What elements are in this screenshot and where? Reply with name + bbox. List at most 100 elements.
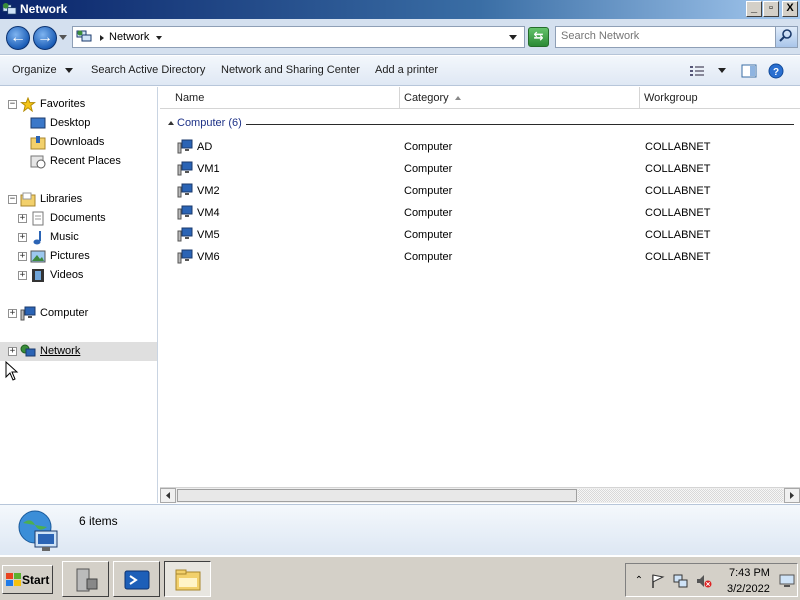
close-button[interactable]: X bbox=[782, 1, 798, 17]
recent-places-icon bbox=[30, 155, 46, 169]
start-label: Start bbox=[22, 573, 50, 587]
table-row[interactable]: VM5 Computer COLLABNET bbox=[160, 224, 800, 246]
row-category: Computer bbox=[404, 185, 453, 197]
nav-item-downloads[interactable]: Downloads bbox=[0, 133, 157, 152]
address-bar[interactable]: Network bbox=[72, 26, 525, 48]
column-label-workgroup: Workgroup bbox=[644, 92, 698, 104]
search-button[interactable] bbox=[775, 27, 797, 47]
collapse-toggle[interactable]: − bbox=[8, 100, 17, 109]
forward-button[interactable]: → bbox=[33, 26, 57, 50]
chevron-right-icon bbox=[790, 492, 794, 499]
back-button[interactable]: ← bbox=[6, 26, 30, 50]
row-category: Computer bbox=[404, 141, 453, 153]
organize-menu[interactable]: Organize bbox=[12, 64, 73, 76]
row-workgroup: COLLABNET bbox=[645, 229, 711, 241]
row-workgroup: COLLABNET bbox=[645, 163, 711, 175]
column-header-name[interactable]: Name bbox=[160, 87, 400, 109]
row-name: VM6 bbox=[197, 251, 220, 263]
table-row[interactable]: VM4 Computer COLLABNET bbox=[160, 202, 800, 224]
nav-item-recent-places[interactable]: Recent Places bbox=[0, 152, 157, 171]
column-header-category[interactable]: Category bbox=[400, 87, 640, 109]
nav-computer[interactable]: + Computer bbox=[0, 304, 157, 323]
maximize-button[interactable]: ▫ bbox=[763, 1, 779, 17]
network-status-icon[interactable] bbox=[673, 573, 689, 589]
column-header-workgroup[interactable]: Workgroup bbox=[640, 87, 800, 109]
search-box[interactable] bbox=[555, 26, 798, 48]
expand-toggle[interactable]: + bbox=[8, 347, 17, 356]
expand-toggle[interactable]: + bbox=[18, 252, 27, 261]
scroll-left-button[interactable] bbox=[160, 488, 176, 503]
row-name: VM4 bbox=[197, 207, 220, 219]
nav-favorites[interactable]: − Favorites bbox=[0, 95, 157, 114]
nav-item-documents[interactable]: + Documents bbox=[0, 209, 157, 228]
nav-libraries[interactable]: − Libraries bbox=[0, 190, 157, 209]
expand-toggle[interactable]: + bbox=[18, 214, 27, 223]
music-note-icon bbox=[33, 231, 41, 245]
row-name: VM1 bbox=[197, 163, 220, 175]
group-header[interactable]: Computer (6) bbox=[166, 116, 794, 132]
table-row[interactable]: VM6 Computer COLLABNET bbox=[160, 246, 800, 268]
group-divider bbox=[246, 124, 794, 125]
clock-date[interactable]: 3/2/2022 bbox=[727, 583, 770, 595]
refresh-button[interactable]: ⇆ bbox=[528, 27, 549, 47]
collapse-group-icon[interactable] bbox=[168, 121, 174, 125]
taskbar-explorer[interactable] bbox=[164, 561, 211, 597]
chevron-down-icon[interactable] bbox=[156, 36, 162, 40]
computer-icon bbox=[177, 139, 193, 154]
search-input[interactable] bbox=[561, 30, 771, 42]
navigation-pane[interactable]: − Favorites Desktop Downloads Recent Pla… bbox=[0, 87, 158, 503]
scrollbar-track[interactable] bbox=[578, 489, 783, 502]
nav-item-pictures[interactable]: + Pictures bbox=[0, 247, 157, 266]
nav-network[interactable]: + Network bbox=[0, 342, 157, 361]
scrollbar-thumb[interactable] bbox=[177, 489, 577, 502]
search-active-directory-button[interactable]: Search Active Directory bbox=[91, 64, 205, 76]
recent-pages-dropdown[interactable] bbox=[59, 35, 67, 40]
search-icon bbox=[779, 29, 792, 42]
horizontal-scrollbar[interactable] bbox=[160, 487, 800, 503]
taskbar-powershell[interactable] bbox=[113, 561, 160, 597]
clock-time[interactable]: 7:43 PM bbox=[729, 567, 770, 579]
expand-toggle[interactable]: + bbox=[18, 271, 27, 280]
refresh-icon: ⇆ bbox=[533, 29, 544, 43]
help-icon[interactable]: ? bbox=[768, 63, 784, 79]
svg-text:?: ? bbox=[773, 67, 779, 78]
nav-label-libraries: Libraries bbox=[40, 193, 83, 205]
taskbar-server-manager[interactable] bbox=[62, 561, 109, 597]
add-printer-button[interactable]: Add a printer bbox=[375, 64, 438, 76]
preview-pane-icon[interactable] bbox=[741, 63, 757, 79]
title-bar[interactable]: Network _ ▫ X bbox=[0, 0, 800, 19]
action-center-flag-icon[interactable] bbox=[650, 573, 666, 589]
computer-icon bbox=[177, 161, 193, 176]
expand-toggle[interactable]: + bbox=[18, 233, 27, 242]
star-icon bbox=[20, 97, 36, 112]
change-view-icon[interactable] bbox=[689, 63, 705, 79]
breadcrumb-separator-icon[interactable] bbox=[100, 35, 104, 41]
row-name: VM5 bbox=[197, 229, 220, 241]
organize-label: Organize bbox=[12, 64, 57, 76]
window-title: Network bbox=[20, 2, 68, 16]
file-list[interactable]: Name Category Workgroup Computer (6) AD … bbox=[160, 87, 800, 503]
scroll-right-button[interactable] bbox=[784, 488, 800, 503]
group-label: Computer (6) bbox=[177, 117, 242, 129]
expand-toggle[interactable]: + bbox=[8, 309, 17, 318]
start-button[interactable]: Start bbox=[2, 565, 53, 594]
computer-icon bbox=[20, 306, 36, 321]
collapse-toggle[interactable]: − bbox=[8, 195, 17, 204]
details-pane: 6 items bbox=[0, 504, 800, 555]
table-row[interactable]: VM2 Computer COLLABNET bbox=[160, 180, 800, 202]
nav-item-music[interactable]: + Music bbox=[0, 228, 157, 247]
row-category: Computer bbox=[404, 251, 453, 263]
table-row[interactable]: AD Computer COLLABNET bbox=[160, 136, 800, 158]
network-sharing-center-button[interactable]: Network and Sharing Center bbox=[221, 64, 360, 76]
view-options-dropdown[interactable] bbox=[718, 68, 726, 73]
minimize-button[interactable]: _ bbox=[746, 1, 762, 17]
breadcrumb-network[interactable]: Network bbox=[109, 31, 149, 43]
nav-item-desktop[interactable]: Desktop bbox=[0, 114, 157, 133]
nav-label-desktop: Desktop bbox=[50, 117, 91, 129]
address-history-dropdown[interactable] bbox=[509, 35, 517, 40]
volume-muted-icon[interactable] bbox=[696, 573, 712, 589]
show-hidden-icons-icon[interactable]: ⌃ bbox=[631, 573, 647, 589]
show-desktop-icon[interactable] bbox=[779, 572, 795, 588]
table-row[interactable]: VM1 Computer COLLABNET bbox=[160, 158, 800, 180]
nav-item-videos[interactable]: + Videos bbox=[0, 266, 157, 285]
